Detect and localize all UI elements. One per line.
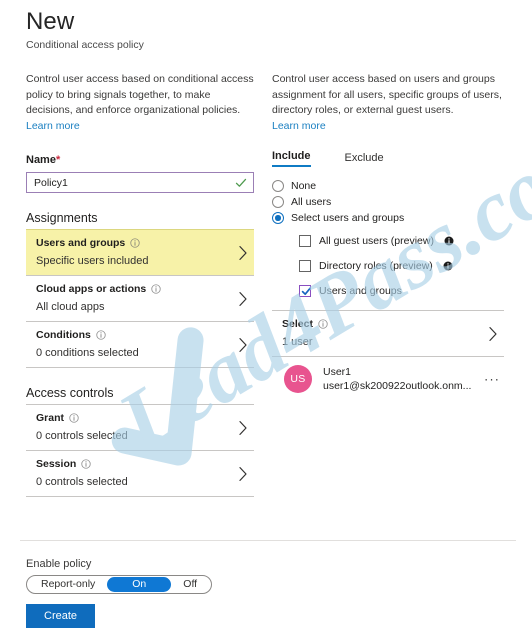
- info-icon[interactable]: [318, 319, 328, 329]
- checkbox-users-and-groups-label: Users and groups: [319, 285, 402, 297]
- info-icon[interactable]: [96, 330, 106, 340]
- name-input[interactable]: [34, 176, 235, 189]
- row-cloud-apps-sub: All cloud apps: [36, 301, 105, 313]
- validation-check-icon: [235, 178, 247, 187]
- name-field-label: Name*: [26, 154, 254, 166]
- row-conditions-label: Conditions: [36, 329, 91, 341]
- page-header: New Conditional access policy: [26, 8, 144, 52]
- include-exclude-tabs: Include Exclude: [272, 150, 504, 167]
- row-session-title: Session: [36, 458, 232, 470]
- row-select-title: Select: [282, 318, 482, 330]
- right-description: Control user access based on users and g…: [272, 72, 504, 134]
- row-cloud-apps-label: Cloud apps or actions: [36, 283, 147, 295]
- info-filled-icon[interactable]: [443, 261, 453, 271]
- more-options-icon[interactable]: ···: [484, 372, 500, 387]
- left-column: Control user access based on conditional…: [26, 72, 254, 497]
- checkbox-all-guest-users-label: All guest users (preview): [319, 235, 434, 247]
- row-select-label: Select: [282, 318, 313, 330]
- info-filled-icon[interactable]: [444, 236, 454, 246]
- row-users-and-groups-sub: Specific users included: [36, 255, 149, 267]
- right-column: Control user access based on users and g…: [272, 72, 504, 401]
- radio-all-users[interactable]: All users: [272, 196, 504, 208]
- scope-checkbox-group: All guest users (preview) Directory role…: [299, 235, 504, 297]
- row-session[interactable]: Session 0 controls selected: [26, 450, 254, 497]
- chevron-right-icon: [239, 291, 247, 306]
- toggle-option-off[interactable]: Off: [171, 577, 209, 592]
- row-select[interactable]: Select 1 user: [272, 310, 504, 357]
- toggle-option-on[interactable]: On: [107, 577, 172, 592]
- checkbox-directory-roles-box: [299, 260, 311, 272]
- tab-exclude[interactable]: Exclude: [345, 152, 384, 167]
- row-conditions-title: Conditions: [36, 329, 232, 341]
- row-cloud-apps-title: Cloud apps or actions: [36, 283, 232, 295]
- radio-none-label: None: [291, 180, 317, 192]
- enable-policy-label: Enable policy: [26, 558, 92, 570]
- checkbox-all-guest-users-box: [299, 235, 311, 247]
- tab-include[interactable]: Include: [272, 150, 311, 167]
- info-icon[interactable]: [130, 238, 140, 248]
- name-label-text: Name: [26, 154, 56, 166]
- selected-user-name: User1: [323, 366, 352, 378]
- chevron-right-icon: [239, 337, 247, 352]
- selected-user-row[interactable]: US User1 user1@sk200922outlook.onm... ··…: [272, 357, 504, 401]
- selected-user-details: User1 user1@sk200922outlook.onm...: [323, 365, 471, 393]
- info-icon[interactable]: [69, 413, 79, 423]
- page-subtitle: Conditional access policy: [26, 39, 144, 51]
- checkbox-users-and-groups[interactable]: Users and groups: [299, 285, 504, 297]
- row-users-and-groups-label: Users and groups: [36, 237, 126, 249]
- required-marker: *: [55, 154, 61, 166]
- row-grant-label: Grant: [36, 412, 65, 424]
- row-cloud-apps-or-actions[interactable]: Cloud apps or actions All cloud apps: [26, 275, 254, 321]
- row-session-label: Session: [36, 458, 77, 470]
- assignments-heading: Assignments: [26, 211, 98, 225]
- chevron-right-icon: [239, 420, 247, 435]
- scope-radio-group: None All users Select users and groups: [272, 180, 504, 224]
- avatar: US: [284, 365, 312, 393]
- access-controls-heading: Access controls: [26, 386, 114, 400]
- create-button[interactable]: Create: [26, 604, 96, 628]
- right-description-text: Control user access based on users and g…: [272, 73, 502, 116]
- row-grant[interactable]: Grant 0 controls selected: [26, 404, 254, 450]
- footer-divider: [20, 540, 516, 541]
- checkbox-directory-roles[interactable]: Directory roles (preview): [299, 260, 504, 272]
- chevron-right-icon: [489, 326, 497, 341]
- checkbox-all-guest-users[interactable]: All guest users (preview): [299, 235, 504, 247]
- selected-user-email: user1@sk200922outlook.onm...: [323, 380, 472, 392]
- radio-select-users-indicator: [272, 212, 284, 224]
- footer: Enable policy Report-only On Off Create: [26, 558, 213, 628]
- checkmark-icon: [301, 287, 311, 296]
- row-users-and-groups[interactable]: Users and groups Specific users included: [26, 229, 254, 275]
- row-grant-title: Grant: [36, 412, 232, 424]
- row-select-sub: 1 user: [282, 336, 313, 348]
- enable-policy-toggle[interactable]: Report-only On Off: [26, 575, 213, 594]
- left-description-text: Control user access based on conditional…: [26, 73, 254, 116]
- left-description: Control user access based on conditional…: [26, 72, 254, 134]
- row-session-sub: 0 controls selected: [36, 476, 128, 488]
- checkbox-directory-roles-label: Directory roles (preview): [319, 260, 433, 272]
- name-input-wrapper[interactable]: [26, 172, 254, 193]
- row-conditions[interactable]: Conditions 0 conditions selected: [26, 321, 254, 368]
- left-learn-more-link[interactable]: Learn more: [26, 120, 80, 132]
- chevron-right-icon: [239, 245, 247, 260]
- checkbox-users-and-groups-box: [299, 285, 311, 297]
- toggle-option-report-only[interactable]: Report-only: [29, 577, 107, 592]
- chevron-right-icon: [239, 466, 247, 481]
- radio-select-users-and-groups[interactable]: Select users and groups: [272, 212, 504, 224]
- page-title: New: [26, 8, 75, 35]
- radio-all-users-indicator: [272, 196, 284, 208]
- row-users-and-groups-title: Users and groups: [36, 237, 232, 249]
- row-conditions-sub: 0 conditions selected: [36, 347, 139, 359]
- info-icon[interactable]: [151, 284, 161, 294]
- radio-select-users-label: Select users and groups: [291, 212, 405, 224]
- radio-none[interactable]: None: [272, 180, 504, 192]
- right-learn-more-link[interactable]: Learn more: [272, 120, 326, 132]
- radio-all-users-label: All users: [291, 196, 332, 208]
- radio-none-indicator: [272, 180, 284, 192]
- info-icon[interactable]: [81, 459, 91, 469]
- row-grant-sub: 0 controls selected: [36, 430, 128, 442]
